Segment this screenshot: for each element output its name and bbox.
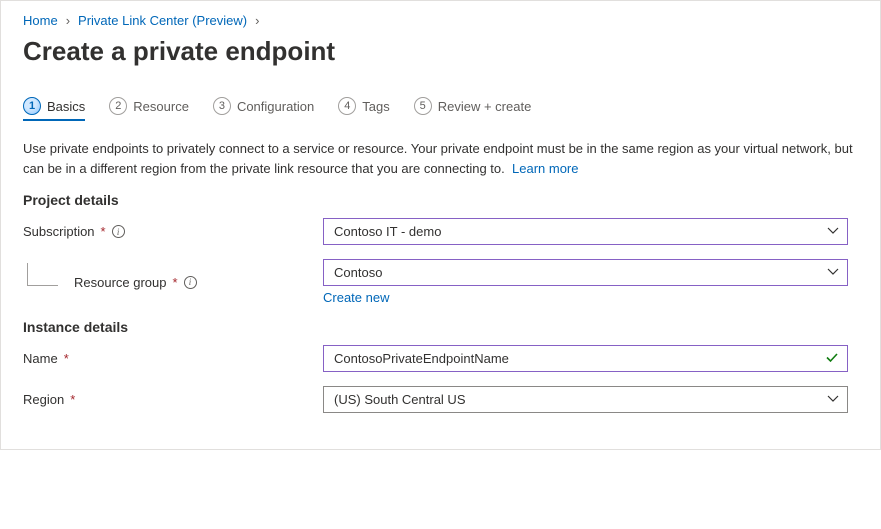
tab-step-icon: 4 bbox=[338, 97, 356, 115]
page-title: Create a private endpoint bbox=[23, 36, 858, 67]
tab-basics[interactable]: 1 Basics bbox=[23, 97, 85, 121]
required-asterisk: * bbox=[101, 224, 106, 239]
tab-label: Basics bbox=[47, 99, 85, 114]
tab-label: Tags bbox=[362, 99, 389, 114]
select-value: Contoso IT - demo bbox=[334, 224, 441, 239]
select-value: Contoso bbox=[334, 265, 382, 280]
create-new-link[interactable]: Create new bbox=[323, 290, 848, 305]
check-icon bbox=[825, 350, 839, 367]
select-value: (US) South Central US bbox=[334, 392, 466, 407]
chevron-down-icon bbox=[827, 224, 839, 239]
tab-step-icon: 5 bbox=[414, 97, 432, 115]
label-name: Name bbox=[23, 351, 58, 366]
chevron-down-icon bbox=[827, 265, 839, 280]
tab-review-create[interactable]: 5 Review + create bbox=[414, 97, 532, 121]
resource-group-select[interactable]: Contoso bbox=[323, 259, 848, 286]
tabs-row: 1 Basics 2 Resource 3 Configuration 4 Ta… bbox=[23, 97, 858, 121]
breadcrumb-private-link-center[interactable]: Private Link Center (Preview) bbox=[78, 13, 247, 28]
label-resource-group: Resource group bbox=[74, 275, 167, 290]
tab-label: Resource bbox=[133, 99, 189, 114]
tab-tags[interactable]: 4 Tags bbox=[338, 97, 389, 121]
input-value: ContosoPrivateEndpointName bbox=[334, 351, 509, 366]
required-asterisk: * bbox=[173, 275, 178, 290]
label-region: Region bbox=[23, 392, 64, 407]
region-select[interactable]: (US) South Central US bbox=[323, 386, 848, 413]
required-asterisk: * bbox=[70, 392, 75, 407]
tab-resource[interactable]: 2 Resource bbox=[109, 97, 189, 121]
tab-label: Review + create bbox=[438, 99, 532, 114]
required-asterisk: * bbox=[64, 351, 69, 366]
tab-label: Configuration bbox=[237, 99, 314, 114]
info-icon[interactable]: i bbox=[184, 276, 197, 289]
breadcrumb-home[interactable]: Home bbox=[23, 13, 58, 28]
tab-step-icon: 3 bbox=[213, 97, 231, 115]
chevron-right-icon: › bbox=[66, 13, 70, 28]
section-instance-details: Instance details bbox=[23, 319, 858, 335]
chevron-right-icon: › bbox=[255, 13, 259, 28]
breadcrumb: Home › Private Link Center (Preview) › bbox=[23, 13, 858, 28]
learn-more-link[interactable]: Learn more bbox=[512, 161, 578, 176]
section-project-details: Project details bbox=[23, 192, 858, 208]
label-subscription: Subscription bbox=[23, 224, 95, 239]
name-input[interactable]: ContosoPrivateEndpointName bbox=[323, 345, 848, 372]
tab-step-icon: 2 bbox=[109, 97, 127, 115]
subscription-select[interactable]: Contoso IT - demo bbox=[323, 218, 848, 245]
info-icon[interactable]: i bbox=[112, 225, 125, 238]
chevron-down-icon bbox=[827, 392, 839, 407]
tab-configuration[interactable]: 3 Configuration bbox=[213, 97, 314, 121]
tab-step-icon: 1 bbox=[23, 97, 41, 115]
description-text: Use private endpoints to privately conne… bbox=[23, 139, 858, 178]
